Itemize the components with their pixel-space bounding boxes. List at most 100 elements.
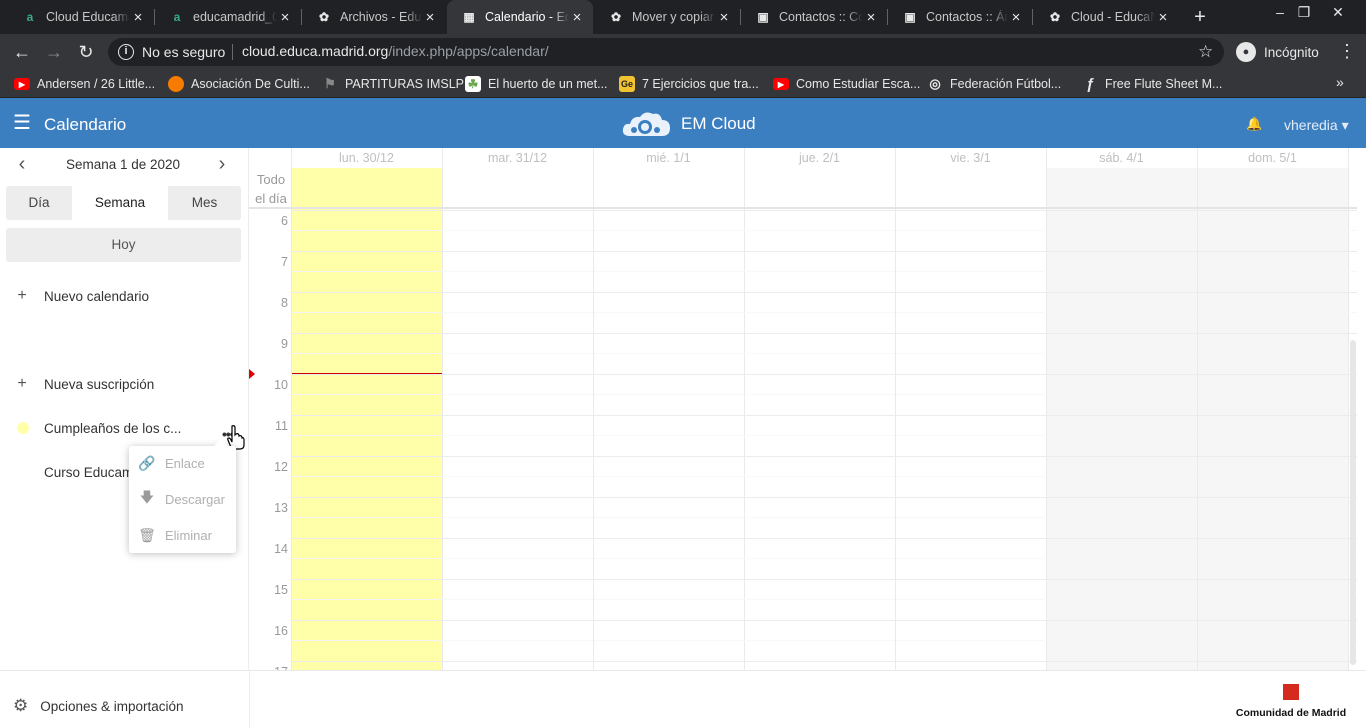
view-month-button[interactable]: Mes (168, 186, 241, 220)
user-menu[interactable]: vheredia ▾ (1284, 117, 1349, 134)
menu-item-download[interactable]: 🡇 Descargar (129, 481, 236, 517)
browser-menu-icon[interactable]: ⋮ (1338, 40, 1356, 62)
gear-icon: ⚙ (13, 696, 29, 715)
view-week-button[interactable]: Semana (72, 186, 168, 220)
more-bookmarks-icon[interactable]: » (1336, 74, 1344, 90)
notifications-icon[interactable]: 🔔 (1246, 116, 1262, 132)
cloud-logo-icon[interactable] (620, 108, 672, 140)
close-tab-icon[interactable]: × (1008, 9, 1024, 26)
calendar-color-dot[interactable] (17, 422, 29, 434)
back-button[interactable]: ← (8, 36, 36, 68)
close-tab-icon[interactable]: × (1155, 9, 1171, 26)
menu-item-link[interactable]: 🔗 Enlace (129, 445, 236, 481)
day-header[interactable]: vie. 3/1 (895, 148, 1046, 168)
comunidad-madrid-logo: Comunidad de Madrid (1228, 684, 1354, 720)
half-hour-line (291, 394, 1357, 395)
security-indicator[interactable]: i No es seguro (118, 41, 225, 63)
incognito-indicator[interactable]: ● Incógnito (1236, 42, 1319, 62)
hour-label: 15 (274, 583, 288, 597)
new-calendar-item[interactable]: + Nuevo calendario (0, 276, 249, 316)
close-tab-icon[interactable]: × (130, 9, 146, 26)
half-hour-line (291, 599, 1357, 600)
day-column[interactable] (442, 168, 593, 670)
close-tab-icon[interactable]: × (863, 9, 879, 26)
calendar-item-curso[interactable]: Curso Educam (44, 452, 134, 492)
incognito-label: Incógnito (1264, 44, 1319, 60)
calendar-item-birthdays[interactable]: Cumpleaños de los c... (44, 408, 214, 448)
bookmark-item[interactable]: ◎ Federación Fútbol... (927, 74, 1061, 94)
half-hour-line (291, 517, 1357, 518)
day-column[interactable] (291, 168, 442, 670)
menu-label: Descargar (165, 491, 225, 507)
menu-item-delete[interactable]: 🗑 Eliminar (129, 517, 236, 553)
day-header[interactable]: sáb. 4/1 (1046, 148, 1197, 168)
trash-icon: 🗑 (138, 526, 156, 543)
bookmark-label: 7 Ejercicios que tra... (642, 77, 759, 91)
hour-label: 8 (281, 296, 288, 310)
bookmark-item[interactable]: ▶ Como Estudiar Esca... (773, 74, 920, 94)
bookmark-item[interactable]: Ge 7 Ejercicios que tra... (619, 74, 759, 94)
download-icon: 🡇 (139, 489, 155, 505)
previous-week-icon[interactable]: ‹ (12, 152, 32, 176)
day-column[interactable] (593, 168, 744, 670)
garden-icon: ☘ (465, 76, 481, 92)
day-header[interactable]: mié. 1/1 (593, 148, 744, 168)
day-column[interactable] (1046, 168, 1197, 670)
hour-line (291, 210, 1357, 211)
day-column[interactable] (744, 168, 895, 670)
day-header[interactable]: jue. 2/1 (744, 148, 895, 168)
globe-icon: ◎ (929, 76, 941, 91)
bookmark-item[interactable]: ▶ Andersen / 26 Little... (14, 74, 155, 94)
hour-label: 13 (274, 501, 288, 515)
grid-scrollbar-thumb[interactable] (1350, 340, 1356, 665)
browser-tab[interactable]: ▦ Calendario - EduMadrid× (447, 0, 593, 34)
bookmark-item[interactable]: ⚑ PARTITURAS IMSLP (322, 74, 464, 94)
close-window-button[interactable]: ✕ (1318, 0, 1358, 30)
next-week-icon[interactable]: › (212, 152, 232, 176)
half-hour-line (291, 476, 1357, 477)
user-name: vheredia (1284, 117, 1338, 133)
bookmark-item[interactable]: Asociación De Culti... (168, 74, 310, 94)
bookmark-item[interactable]: ☘ El huerto de un met... (465, 74, 608, 94)
tab-title: Contactos :: Ángel (926, 10, 1008, 24)
close-tab-icon[interactable]: × (277, 9, 293, 26)
half-hour-line (291, 230, 1357, 231)
day-header[interactable]: lun. 30/12 (291, 148, 442, 168)
menu-label: Enlace (165, 455, 205, 471)
new-calendar-label: Nuevo calendario (44, 288, 150, 304)
menu-icon[interactable]: ☰ (13, 113, 31, 133)
link-icon: 🔗 (138, 454, 156, 471)
browser-tab[interactable]: ▣ Contactos :: Contactos× (741, 0, 887, 34)
bookmark-star-icon[interactable]: ☆ (1198, 42, 1213, 62)
forward-button[interactable]: → (40, 36, 68, 68)
plus-icon: + (17, 375, 27, 392)
close-tab-icon[interactable]: × (716, 9, 732, 26)
hour-label: 9 (281, 337, 288, 351)
grid-scrollbar-track[interactable] (1357, 148, 1366, 670)
grid-column-line (1348, 148, 1349, 670)
browser-tab[interactable]: ✿ Mover y copiar × (594, 0, 740, 34)
browser-tab[interactable]: ▣ Contactos :: Ángel× (888, 0, 1032, 34)
browser-tab[interactable]: a Cloud Educamadrid× (8, 0, 154, 34)
browser-tab[interactable]: a educamadrid_0 × (155, 0, 301, 34)
new-tab-button[interactable]: + (1188, 4, 1212, 30)
day-column[interactable] (895, 168, 1046, 670)
close-tab-icon[interactable]: × (422, 9, 438, 26)
day-column[interactable] (1197, 168, 1348, 670)
hour-label: 12 (274, 460, 288, 474)
day-header[interactable]: mar. 31/12 (442, 148, 593, 168)
bookmark-item[interactable]: ƒ Free Flute Sheet M... (1082, 74, 1223, 94)
plus-icon: + (17, 287, 27, 304)
reload-button[interactable]: ↻ (72, 36, 100, 68)
settings-button[interactable]: ⚙ Opciones & importación (13, 696, 184, 716)
browser-tab[interactable]: ✿ Cloud - EducaMadrid× (1033, 0, 1179, 34)
close-tab-icon[interactable]: × (569, 9, 585, 26)
day-header[interactable]: dom. 5/1 (1197, 148, 1348, 168)
new-subscription-item[interactable]: + Nueva suscripción (0, 364, 249, 404)
half-hour-line (291, 435, 1357, 436)
week-title[interactable]: Semana 1 de 2020 (40, 157, 206, 172)
today-button[interactable]: Hoy (6, 228, 241, 262)
view-day-button[interactable]: Día (6, 186, 72, 220)
browser-tab[interactable]: ✿ Archivos - Educa× (302, 0, 446, 34)
url-text[interactable]: cloud.educa.madrid.org/index.php/apps/ca… (242, 43, 549, 59)
